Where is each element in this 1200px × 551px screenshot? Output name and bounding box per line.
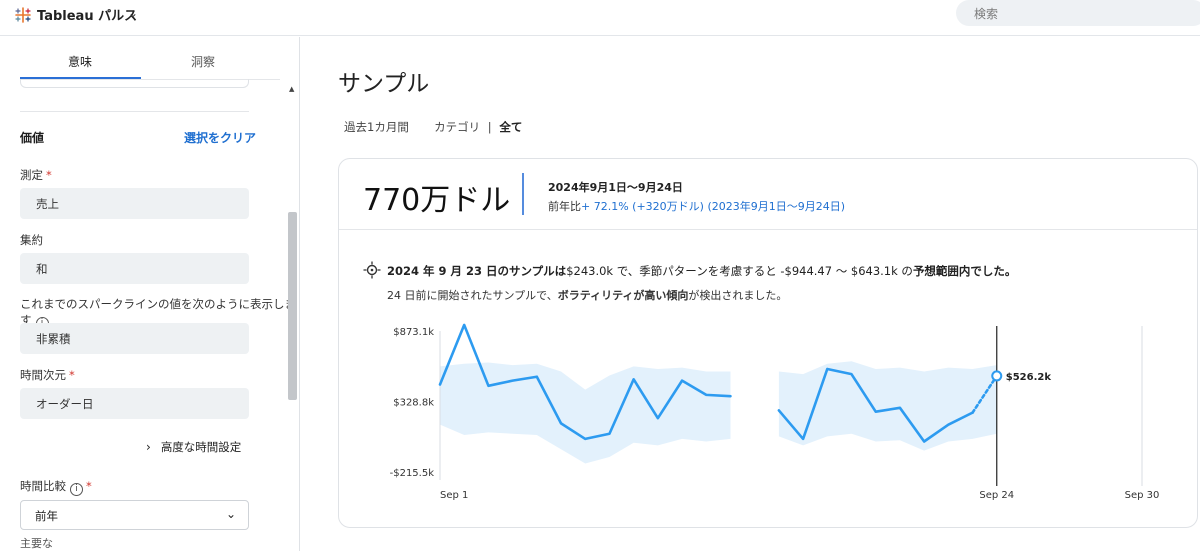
sidebar: 意味 洞察 価値 選択をクリア 測定 * 売上 集約 和 これまでのスパークライン… bbox=[0, 37, 300, 551]
filter-bar: 過去1カ月間 カテゴリ | 全て bbox=[344, 119, 522, 135]
date-range: 2024年9月1日〜9月24日 bbox=[548, 181, 683, 194]
tab-meaning[interactable]: 意味 bbox=[20, 53, 140, 70]
x-tick-label: Sep 1 bbox=[440, 490, 468, 501]
time-comparison-select[interactable]: 前年 ⌄ bbox=[20, 500, 249, 530]
sparkline-chart: $873.1k $328.8k -$215.5k $526.2k Sep 1 Sep 24… bbox=[390, 323, 1160, 501]
value-divider bbox=[522, 173, 524, 215]
period-filter[interactable]: 過去1カ月間 bbox=[344, 120, 409, 134]
chevron-down-icon: ⌄ bbox=[225, 507, 236, 521]
lightbulb-icon bbox=[363, 261, 381, 279]
insight-2-part-a: 24 日前に開始されたサンプルで、 bbox=[387, 289, 558, 302]
search-input[interactable]: 検索 bbox=[956, 0, 1200, 26]
measure-value: 売上 bbox=[36, 197, 59, 211]
x-tick-label: Sep 30 bbox=[1125, 490, 1160, 501]
insight-2-part-b: ボラティリティが高い傾向 bbox=[557, 289, 689, 302]
x-tick-label: Sep 24 bbox=[979, 490, 1014, 501]
scrollbar-thumb[interactable] bbox=[288, 212, 297, 400]
insight-2-part-c: が検出されました。 bbox=[688, 289, 788, 302]
sidebar-tabs: 意味 洞察 bbox=[20, 47, 280, 80]
sparkline-field[interactable]: 非累積 bbox=[20, 323, 249, 354]
measure-field[interactable]: 売上 bbox=[20, 188, 249, 219]
scroll-up-arrow-icon[interactable]: ▲ bbox=[289, 85, 294, 93]
scrolled-field bbox=[20, 79, 249, 88]
info-icon[interactable]: i bbox=[70, 483, 83, 496]
insight-1-part-c: 予想範囲内でした。 bbox=[912, 264, 1017, 278]
clear-selection-link[interactable]: 選択をクリア bbox=[184, 129, 256, 146]
insight-line-2: 24 日前に開始されたサンプルで、ボラティリティが高い傾向が検出されました。 bbox=[387, 287, 787, 303]
category-filter-value[interactable]: 全て bbox=[499, 120, 522, 134]
time-comparison-value: 前年 bbox=[35, 509, 58, 523]
card-divider bbox=[339, 229, 1197, 230]
time-dimension-field[interactable]: オーダー日 bbox=[20, 388, 249, 419]
top-bar: Tableau パルス ⌄ 検索 bbox=[0, 0, 1200, 36]
field-label-aggregation: 集約 bbox=[20, 233, 43, 247]
comparison-value: + 72.1% (+320万ドル) (2023年9月1日〜9月24日) bbox=[581, 200, 846, 213]
expected-range-band bbox=[778, 361, 997, 451]
filter-separator: | bbox=[487, 120, 492, 134]
field-label-measure: 測定 * bbox=[20, 168, 52, 182]
category-filter-label[interactable]: カテゴリ bbox=[434, 120, 480, 134]
divider bbox=[20, 111, 249, 112]
tableau-logo-icon[interactable] bbox=[14, 6, 32, 24]
comparison-text: 前年比+ 72.1% (+320万ドル) (2023年9月1日〜9月24日) bbox=[548, 198, 845, 214]
insight-1-part-b: $243.0k で、季節パターンを考慮すると -$944.47 〜 $643.1… bbox=[566, 264, 913, 278]
last-point-marker bbox=[991, 370, 1003, 382]
chevron-down-icon[interactable]: ⌄ bbox=[128, 6, 138, 20]
y-tick-label: $873.1k bbox=[393, 327, 434, 338]
insight-1-part-a: 2024 年 9 月 23 日のサンプルは bbox=[387, 264, 567, 278]
app-title[interactable]: Tableau パルス bbox=[37, 5, 137, 24]
y-tick-label: $328.8k bbox=[393, 398, 434, 409]
aggregation-value: 和 bbox=[36, 262, 48, 276]
cutoff-label: 主要な bbox=[20, 537, 53, 550]
chevron-right-icon: › bbox=[146, 440, 151, 454]
field-label-time-comparison: 時間比較 i * bbox=[20, 479, 92, 496]
last-value-label: $526.2k bbox=[1006, 372, 1052, 383]
expected-range-band bbox=[440, 362, 731, 464]
insight-line-1: 2024 年 9 月 23 日のサンプルは$243.0k で、季節パターンを考慮… bbox=[387, 263, 1016, 279]
advanced-time-settings-label: 高度な時間設定 bbox=[160, 440, 242, 454]
tab-insights[interactable]: 洞察 bbox=[143, 53, 263, 70]
sidebar-scrollbar[interactable]: ▲ bbox=[286, 85, 298, 551]
sparkline-value: 非累積 bbox=[36, 332, 71, 346]
field-label-time-dimension: 時間次元 * bbox=[20, 368, 75, 382]
comparison-prefix: 前年比 bbox=[548, 200, 581, 213]
advanced-time-settings-link[interactable]: › 高度な時間設定 bbox=[146, 439, 241, 455]
y-tick-label: -$215.5k bbox=[390, 468, 435, 479]
page-title: サンプル bbox=[338, 71, 430, 97]
time-dimension-value: オーダー日 bbox=[36, 397, 94, 411]
search-placeholder: 検索 bbox=[974, 7, 999, 21]
metric-value: 770万ドル bbox=[363, 183, 511, 218]
aggregation-field[interactable]: 和 bbox=[20, 253, 249, 284]
section-title: 価値 bbox=[20, 131, 45, 145]
